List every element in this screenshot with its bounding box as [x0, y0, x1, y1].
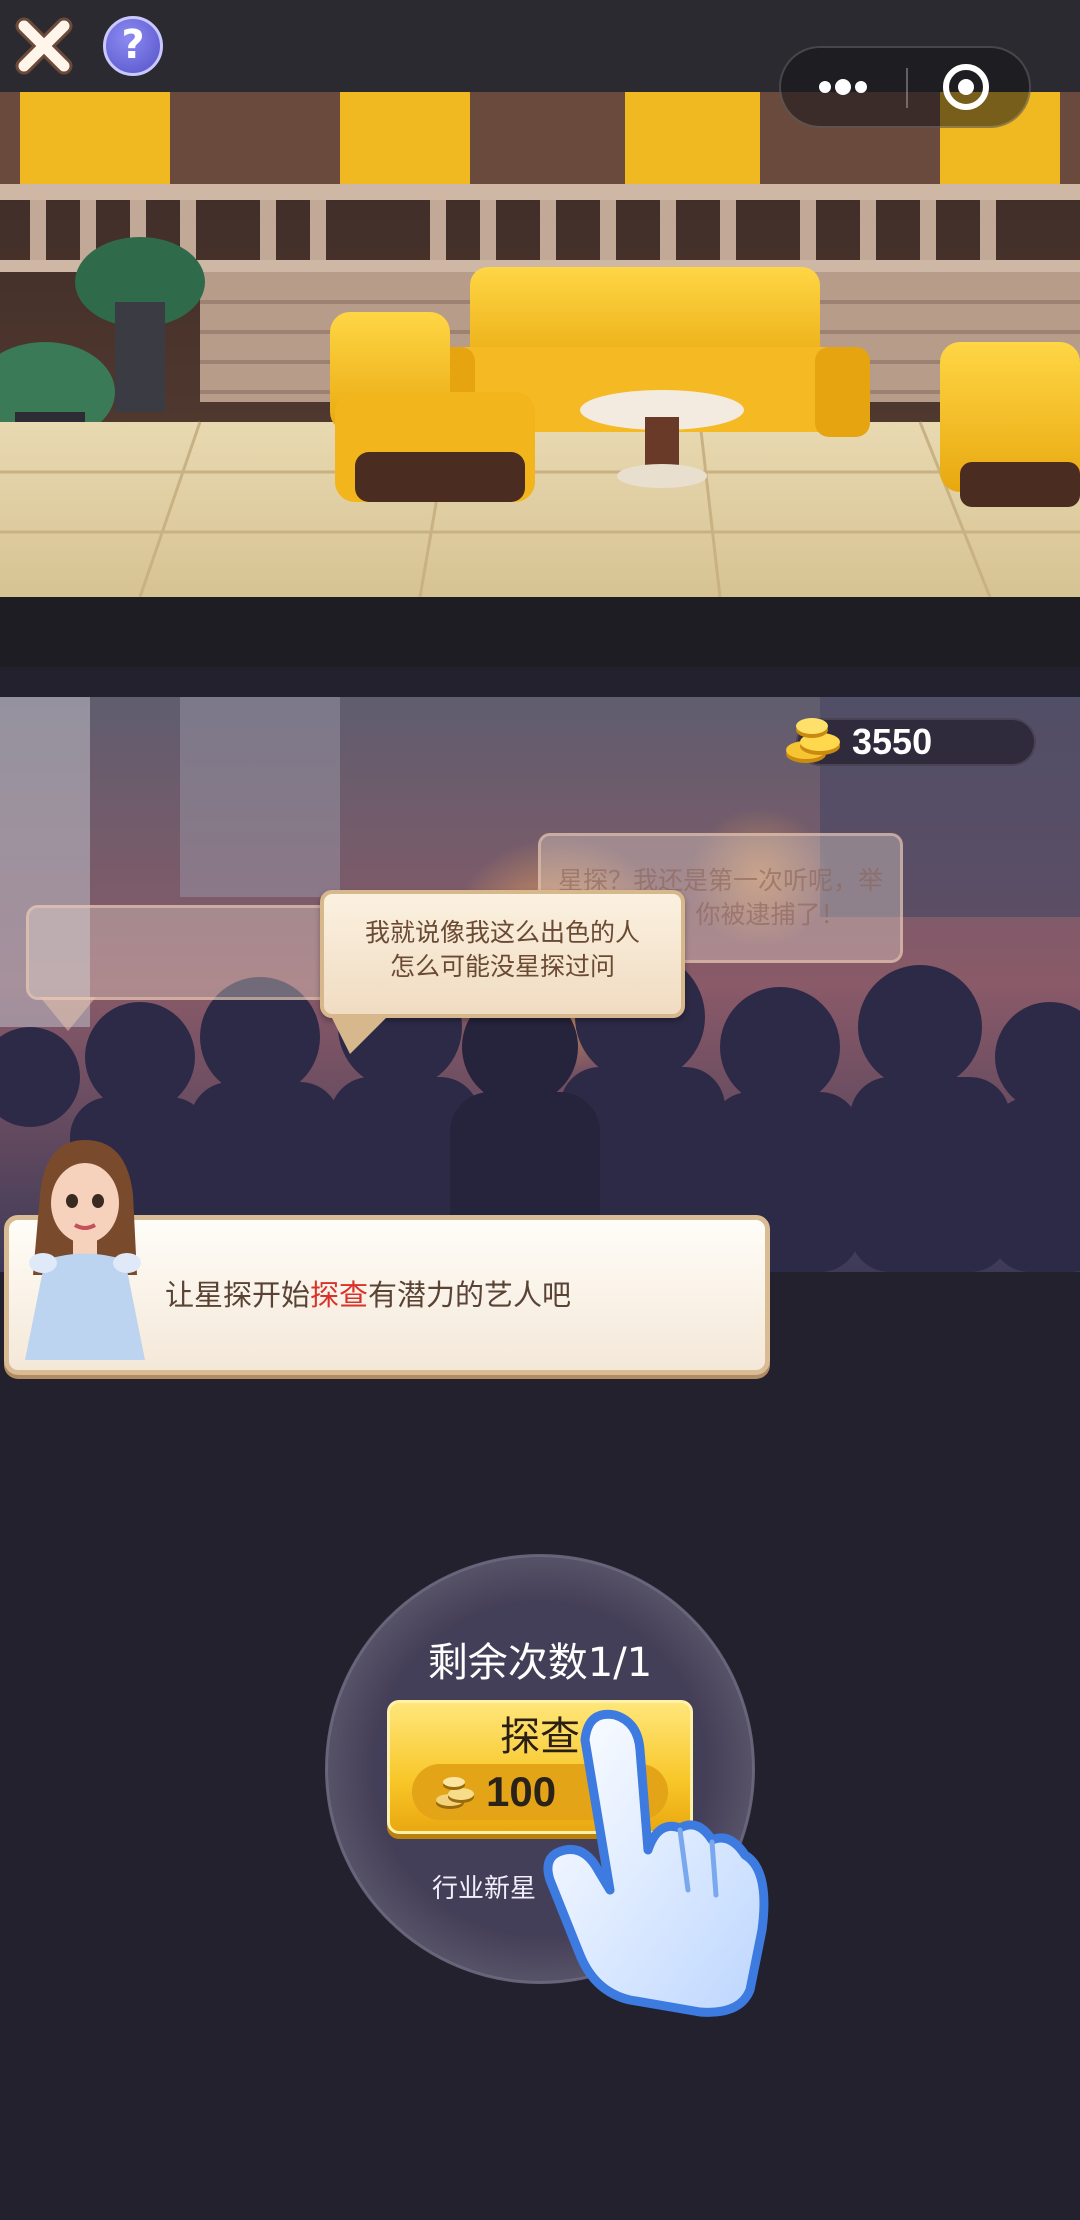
miniprogram-capsule [779, 46, 1031, 128]
help-icon: ? [121, 22, 145, 68]
speech-bubble-left-tail [40, 997, 96, 1031]
remaining-count: 剩余次数1/1 [427, 1640, 653, 1686]
speech-bubble-main-tail [330, 1014, 390, 1054]
hotel-lobby-scene [0, 92, 1080, 597]
coin-stack-icon [786, 718, 840, 763]
speech-bubble-left [26, 905, 356, 1000]
divider-band [0, 597, 1080, 667]
speech-bubble-main-line2: 怎么可能没星探过问 [389, 952, 615, 981]
more-dots-icon[interactable] [781, 48, 906, 126]
rank-label: 行业新星 [432, 1874, 537, 1904]
pointing-hand-icon [543, 1709, 769, 2017]
help-button[interactable]: ? [103, 16, 163, 76]
guide-text-highlight: 探查 [310, 1278, 369, 1312]
guide-text-before: 让星探开始 [165, 1278, 311, 1312]
speech-bubble-main: 我就说像我这么出色的人 怎么可能没星探过问 [320, 890, 685, 1018]
close-icon[interactable] [14, 16, 74, 76]
guide-message: 让星探开始探查有潜力的艺人吧 [165, 1272, 571, 1314]
speech-bubble-main-line1: 我就说像我这么出色的人 [364, 918, 640, 947]
guide-girl-avatar [25, 1140, 145, 1360]
guide-text-after: 有潜力的艺人吧 [368, 1278, 572, 1312]
coin-stack-icon [436, 1777, 474, 1809]
record-target-icon[interactable] [908, 48, 1033, 126]
coin-amount: 3550 [852, 721, 933, 762]
